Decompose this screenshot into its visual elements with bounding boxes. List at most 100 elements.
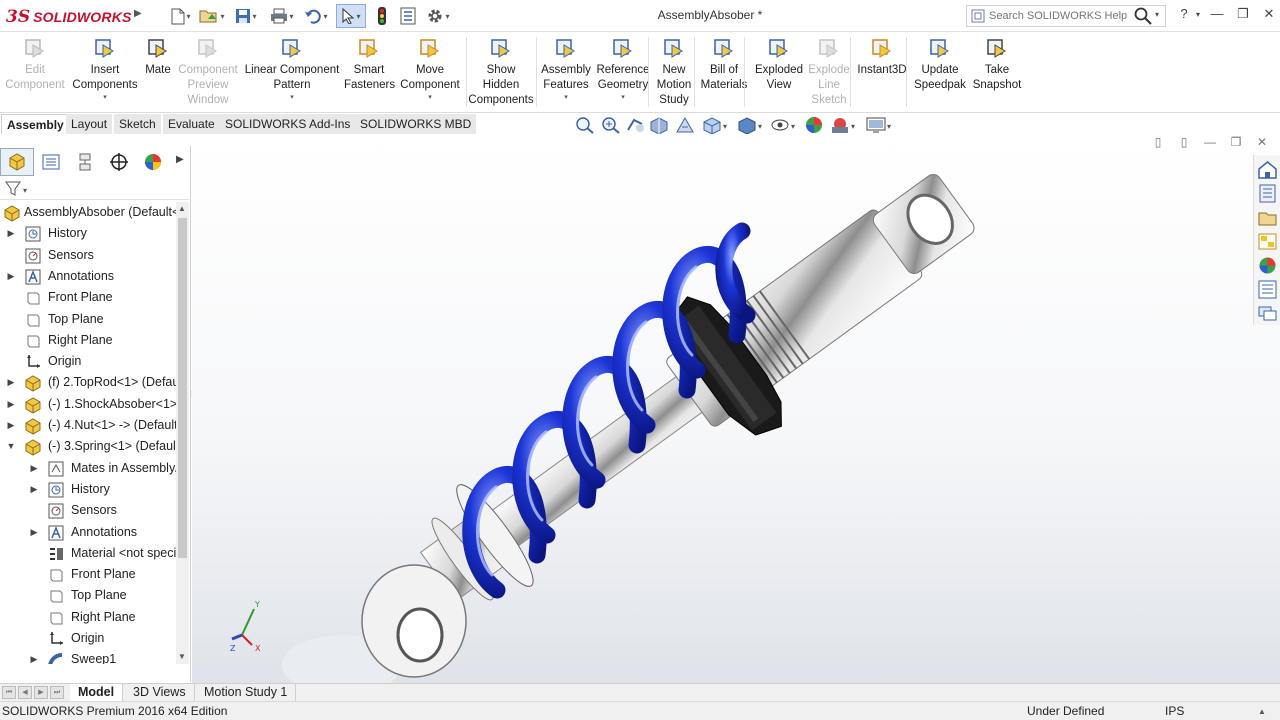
ribbon-dropdown-icon[interactable]: ▾ <box>594 93 652 102</box>
tab-evaluate[interactable]: Evaluate <box>163 114 221 134</box>
tree-item[interactable]: Origin <box>0 628 176 649</box>
tab-addins[interactable]: SOLIDWORKS Add-Ins <box>220 114 357 134</box>
expand-arrow-icon[interactable]: ▶ <box>29 649 39 664</box>
camera-button[interactable]: Take Snapshot <box>970 35 1024 111</box>
tree-item[interactable]: Front Plane <box>0 564 176 585</box>
tree-item[interactable]: Sensors <box>0 245 176 266</box>
tree-scrollbar[interactable]: ▲ ▼ <box>176 202 189 664</box>
hide-show-items-button[interactable]: ▾ <box>770 116 800 134</box>
dimxpert-manager-tab[interactable] <box>102 148 136 176</box>
scroll-thumb[interactable] <box>178 218 187 558</box>
explode-line-button[interactable]: Explode Line Sketch <box>806 35 852 111</box>
tree-item[interactable]: Origin <box>0 351 176 372</box>
move-component-button[interactable]: Move Component ▾ <box>398 35 462 111</box>
ribbon-dropdown-icon[interactable]: ▾ <box>72 93 138 102</box>
tab-sketch[interactable]: Sketch <box>114 114 162 134</box>
undo-button[interactable]: ▾ <box>302 4 330 28</box>
display-style-button[interactable]: ▾ <box>737 116 767 134</box>
collapse-panel-icon[interactable]: ▶ <box>176 154 184 165</box>
mate-button[interactable]: Mate <box>140 35 176 111</box>
tree-item[interactable]: ▶ Mates in Assembly/ <box>0 458 176 479</box>
reference-geometry-button[interactable]: Reference Geometry ▾ <box>594 35 652 111</box>
zoom-to-area-button[interactable] <box>600 116 622 134</box>
appearances-icon[interactable] <box>1257 255 1278 276</box>
tab-assembly[interactable]: Assembly <box>1 114 70 134</box>
section-view-button[interactable] <box>649 116 671 134</box>
expand-arrow-icon[interactable]: ▶ <box>6 394 16 415</box>
expand-arrow-icon[interactable]: ▶ <box>6 266 16 287</box>
expand-arrow-icon[interactable]: ▶ <box>29 522 39 543</box>
expand-arrow-icon[interactable]: ▶ <box>6 223 16 244</box>
insert-components-button[interactable]: Insert Components ▾ <box>72 35 138 111</box>
tree-root[interactable]: AssemblyAbsober (Default< <box>0 202 176 223</box>
design-library-icon[interactable] <box>1257 231 1278 252</box>
property-manager-tab[interactable] <box>34 148 68 176</box>
file-properties-button[interactable] <box>398 4 418 28</box>
linear-pattern-button[interactable]: Linear Component Pattern ▾ <box>244 35 340 111</box>
home-icon[interactable] <box>1257 159 1278 180</box>
tab-motion-study[interactable]: Motion Study 1 <box>196 684 297 702</box>
rebuild-button[interactable] <box>373 4 391 28</box>
expand-arrow-icon[interactable]: ▶ <box>29 458 39 479</box>
ribbon-dropdown-icon[interactable]: ▾ <box>398 93 462 102</box>
expand-arrow-icon[interactable]: ▶ <box>6 415 16 436</box>
search-box[interactable]: ▾ <box>966 5 1166 27</box>
search-input[interactable] <box>989 8 1129 24</box>
select-button[interactable]: ▾ <box>336 4 366 28</box>
tree-item[interactable]: ▶ (f) 2.TopRod<1> (Defau <box>0 372 176 393</box>
print-button[interactable]: ▾ <box>268 4 296 28</box>
ribbon-dropdown-icon[interactable]: ▾ <box>540 93 592 102</box>
scroll-down-icon[interactable]: ▼ <box>178 652 186 661</box>
new-document-button[interactable]: ▾ <box>168 4 194 28</box>
units-dropdown-icon[interactable]: ▲ <box>1258 702 1266 720</box>
tree-item[interactable]: Right Plane <box>0 330 176 351</box>
tab-3d-views[interactable]: 3D Views <box>125 684 195 702</box>
minimize-button[interactable]: — <box>1205 6 1229 26</box>
expand-arrow-icon[interactable]: ▶ <box>6 372 16 393</box>
tab-layout[interactable]: Layout <box>66 114 114 134</box>
dynamic-annotation-button[interactable] <box>675 116 699 134</box>
solidworks-logo[interactable]: 3S SOLIDWORKS <box>6 7 132 27</box>
search-icon[interactable] <box>1133 7 1153 25</box>
forum-icon[interactable] <box>1257 303 1278 324</box>
tree-item[interactable]: ▶ Sweep1 <box>0 649 176 664</box>
smart-fasteners-button[interactable]: Smart Fasteners <box>344 35 395 111</box>
assembly-features-button[interactable]: Assembly Features ▾ <box>540 35 592 111</box>
instant3d-button[interactable]: Instant3D <box>856 35 908 111</box>
tree-item[interactable]: Right Plane <box>0 607 176 628</box>
scroll-up-icon[interactable]: ▲ <box>178 204 186 213</box>
speedpak-button[interactable]: Update Speedpak <box>912 35 968 111</box>
filter-icon[interactable]: ▾ <box>5 181 31 197</box>
resources-icon[interactable] <box>1257 183 1278 204</box>
ribbon-dropdown-icon[interactable]: ▾ <box>244 93 340 102</box>
save-button[interactable]: ▾ <box>232 4 260 28</box>
last-tab-arrow-icon[interactable]: ⏭ <box>50 686 64 699</box>
graphics-area[interactable]: ▯ ▯ — ❐ ✕ Y X Z <box>192 135 1280 683</box>
tab-mbd[interactable]: SOLIDWORKS MBD <box>355 114 478 134</box>
tab-model[interactable]: Model <box>70 684 124 702</box>
prev-tab-arrow-icon[interactable]: ◀ <box>18 686 32 699</box>
units-selector[interactable]: IPS <box>1165 702 1184 720</box>
next-tab-arrow-icon[interactable]: ▶ <box>34 686 48 699</box>
tree-item[interactable]: ▶ (-) 4.Nut<1> -> (Default <box>0 415 176 436</box>
shock-absorber-model[interactable]: Y X Z <box>192 135 1280 683</box>
tree-item[interactable]: ▶ Annotations <box>0 266 176 287</box>
edit-component-button[interactable]: Edit Component <box>4 35 66 111</box>
feature-manager-tab[interactable] <box>0 148 34 176</box>
restore-button[interactable]: ❐ <box>1231 6 1255 26</box>
apply-scene-button[interactable]: ▾ <box>830 116 860 134</box>
close-button[interactable]: ✕ <box>1257 6 1280 26</box>
zoom-to-fit-button[interactable] <box>574 116 596 134</box>
first-tab-arrow-icon[interactable]: ⏮ <box>2 686 16 699</box>
bill-of-materials-button[interactable]: Bill of Materials <box>698 35 750 111</box>
tree-item[interactable]: ▶ History <box>0 479 176 500</box>
tree-item[interactable]: ▶ History <box>0 223 176 244</box>
show-hidden-button[interactable]: Show Hidden Components <box>466 35 536 111</box>
search-options-icon[interactable]: ▾ <box>1155 10 1159 19</box>
tree-item[interactable]: Front Plane <box>0 287 176 308</box>
expand-arrow-icon[interactable]: ▶ <box>29 479 39 500</box>
tree-item[interactable]: Top Plane <box>0 585 176 606</box>
exploded-view-button[interactable]: Exploded View <box>752 35 806 111</box>
tree-item[interactable]: ▶ Annotations <box>0 522 176 543</box>
edit-appearance-button[interactable] <box>804 116 826 134</box>
